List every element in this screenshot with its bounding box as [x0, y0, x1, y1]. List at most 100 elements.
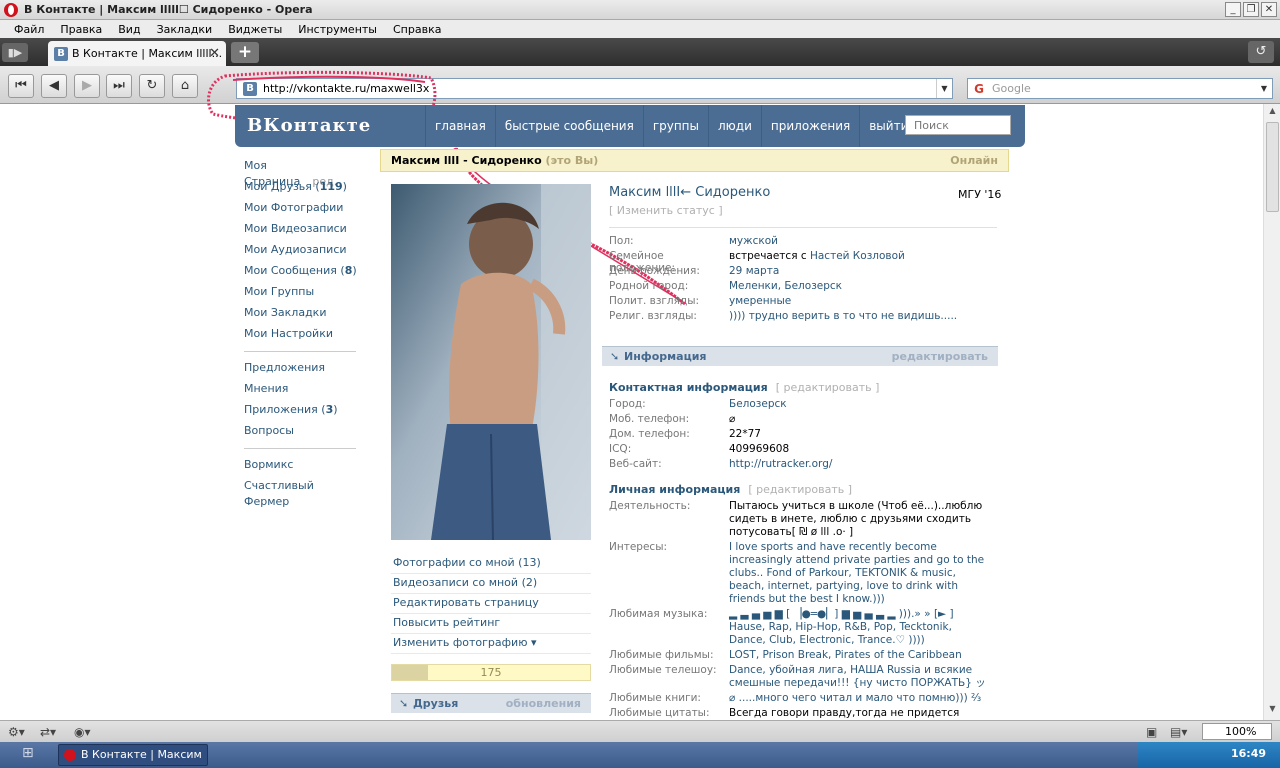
value-relationship: встречается с Настей Козловой [729, 250, 905, 262]
close-tab-icon[interactable]: ✕ [209, 46, 220, 61]
minimize-button[interactable]: _ [1225, 2, 1241, 17]
menu-edit[interactable]: Правка [52, 23, 110, 36]
menu-my-groups[interactable]: Мои Группы [244, 284, 359, 305]
label-activity: Деятельность: [609, 500, 691, 512]
link-videos-with-me[interactable]: Видеозаписи со мной (2) [391, 574, 591, 594]
close-window-button[interactable]: ✕ [1261, 2, 1277, 17]
search-placeholder[interactable]: Google [992, 82, 1031, 95]
vk-search-input[interactable]: Поиск [905, 115, 1011, 135]
friends-updates-link[interactable]: обновления [506, 697, 581, 710]
fit-icon[interactable]: ▤▾ [1170, 725, 1187, 739]
network-icon[interactable]: ⇄▾ [40, 725, 56, 739]
menu-my-page[interactable]: Моя Страница ред. [244, 158, 359, 188]
menu-bookmarks[interactable]: Закладки [149, 23, 221, 36]
personal-edit-link[interactable]: [ редактировать ] [748, 483, 852, 496]
trash-icon[interactable]: ↺ [1248, 41, 1274, 63]
value-tvshows[interactable]: Dance, убойная лига, НАША Russia и всяки… [729, 664, 991, 690]
value-hometown: Меленки, Белозерск [729, 280, 843, 292]
tab-vkontakte[interactable]: B В Контакте | Максим lllll... ✕ [48, 41, 226, 66]
label-website: Веб-сайт: [609, 458, 662, 470]
label-quotes: Любимые цитаты: [609, 707, 710, 719]
link-edit-page[interactable]: Редактировать страницу [391, 594, 591, 614]
menu-my-bookmarks[interactable]: Мои Закладки [244, 305, 359, 326]
label-icq: ICQ: [609, 443, 632, 455]
value-activity: Пытаюсь учиться в школе (Чтоб её...)..лю… [729, 500, 983, 538]
view-icon[interactable]: ▣ [1146, 725, 1157, 739]
taskbar-opera-button[interactable]: В Контакте | Максим ... [58, 744, 208, 766]
menu-help[interactable]: Справка [385, 23, 449, 36]
label-tvshows: Любимые телешоу: [609, 664, 717, 676]
zoom-control[interactable]: 100% [1202, 723, 1272, 740]
menu-widgets[interactable]: Виджеты [220, 23, 290, 36]
value-interests[interactable]: I love sports and have recently become i… [729, 541, 991, 606]
menu-my-photos[interactable]: Мои Фотографии [244, 200, 359, 221]
status-bar: ⚙▾ ⇄▾ ◉▾ ▣ ▤▾ 100% [0, 720, 1280, 742]
taskbar: ⊞ В Контакте | Максим ... 16:49 [0, 742, 1280, 768]
link-photos-with-me[interactable]: Фотографии со мной (13) [391, 554, 591, 574]
vk-logo[interactable]: ВКонтакте [247, 115, 377, 137]
google-icon[interactable]: G [971, 81, 987, 97]
menu-applications[interactable]: Приложения (3) [244, 402, 359, 423]
nav-quick-messages[interactable]: быстрые сообщения [494, 105, 643, 147]
restore-button[interactable]: ❐ [1243, 2, 1259, 17]
info-title[interactable]: Информация [624, 350, 707, 363]
value-books[interactable]: ⌀ .....много чего читал и мало что помню… [729, 692, 991, 705]
fast-forward-button[interactable]: ⏭ [106, 74, 132, 98]
info-edit-link[interactable]: редактировать [892, 350, 988, 363]
menu-my-friends[interactable]: Мои Друзья (119) [244, 179, 359, 200]
personal-info-title: Личная информация[ редактировать ] [609, 483, 853, 496]
contact-edit-link[interactable]: [ редактировать ] [776, 381, 880, 394]
university[interactable]: МГУ '16 [958, 188, 1001, 201]
profile-photo[interactable] [391, 184, 591, 540]
reload-button[interactable]: ↻ [139, 74, 165, 98]
address-dropdown-icon[interactable]: ▼ [936, 79, 952, 98]
scrollbar-thumb[interactable] [1266, 122, 1279, 212]
panel-toggle-icon[interactable]: ▮▶ [2, 43, 28, 62]
rewind-button[interactable]: ⏮ [8, 74, 34, 98]
vertical-scrollbar[interactable]: ▲ ▼ [1263, 104, 1280, 720]
menu-wormix[interactable]: Вормикс [244, 457, 359, 478]
new-tab-button[interactable]: + [231, 42, 259, 63]
unite-icon[interactable]: ◉▾ [74, 725, 91, 739]
label-music: Любимая музыка: [609, 608, 708, 620]
back-button[interactable]: ◀ [41, 74, 67, 98]
menu-questions[interactable]: Вопросы [244, 423, 359, 444]
scroll-up-icon[interactable]: ▲ [1266, 106, 1279, 120]
rating-bar[interactable]: 175 [391, 664, 591, 681]
value-birthday: 29 марта [729, 265, 780, 277]
change-status-link[interactable]: [ Изменить статус ] [609, 204, 723, 217]
menu-my-videos[interactable]: Мои Видеозаписи [244, 221, 359, 242]
search-field[interactable]: G Google ▼ [967, 78, 1273, 99]
nav-groups[interactable]: группы [642, 105, 708, 147]
value-home-phone: 22*77 [729, 428, 761, 440]
menu-file[interactable]: Файл [6, 23, 52, 36]
link-change-photo[interactable]: Изменить фотографию ▾ [391, 634, 591, 654]
scroll-down-icon[interactable]: ▼ [1266, 704, 1279, 718]
menu-offers[interactable]: Предложения [244, 360, 359, 381]
value-city: Белозерск [729, 398, 787, 410]
menu-my-audio[interactable]: Мои Аудиозаписи [244, 242, 359, 263]
home-button[interactable]: ⌂ [172, 74, 198, 98]
menu-opinions[interactable]: Мнения [244, 381, 359, 402]
menu-my-messages[interactable]: Мои Сообщения (8) [244, 263, 359, 284]
tools-icon[interactable]: ⚙▾ [8, 725, 25, 739]
search-dropdown-icon[interactable]: ▼ [1256, 79, 1272, 98]
friends-title[interactable]: Друзья [413, 697, 458, 710]
menu-tools[interactable]: Инструменты [290, 23, 385, 36]
value-movies[interactable]: LOST, Prison Break, Pirates of the Carib… [729, 649, 991, 662]
nav-home[interactable]: главная [425, 105, 495, 147]
menu-happy-farmer[interactable]: Счастливый Фермер [244, 478, 359, 508]
vk-favicon-icon: B [54, 46, 68, 61]
label-hometown: Родной город: [609, 280, 689, 292]
windows-start-icon[interactable]: ⊞ [22, 745, 42, 765]
link-boost-rating[interactable]: Повысить рейтинг [391, 614, 591, 634]
menu-my-settings[interactable]: Мои Настройки [244, 326, 359, 347]
title-bar: В Контакте | Максим lllll☐ Сидоренко - O… [0, 0, 1280, 20]
value-music[interactable]: ▂ ▃ ▄ ▅ ▆ [ ▕●═●▏] ▆ ▅ ▄ ▃ ▂ ))).» » [► … [729, 608, 991, 647]
value-mobile: ⌀ [729, 413, 736, 425]
nav-people[interactable]: люди [708, 105, 761, 147]
menu-view[interactable]: Вид [110, 23, 148, 36]
forward-button[interactable]: ▶ [74, 74, 100, 98]
nav-apps[interactable]: приложения [760, 105, 859, 147]
system-tray: 16:49 [1138, 742, 1280, 768]
